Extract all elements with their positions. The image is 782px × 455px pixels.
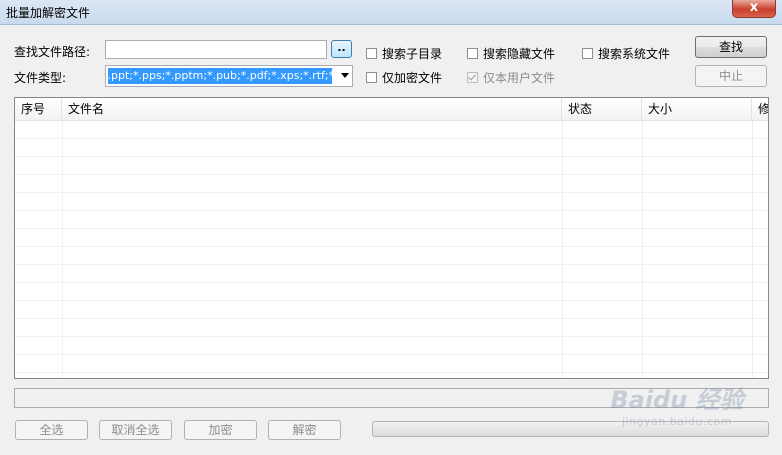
close-button[interactable]: x (732, 0, 776, 18)
column-header-size[interactable]: 大小 (642, 98, 752, 120)
column-header-status[interactable]: 状态 (562, 98, 642, 120)
search-system-label: 搜索系统文件 (598, 47, 671, 61)
search-system-checkbox[interactable]: 搜索系统文件 (582, 45, 670, 62)
decrypt-button: 解密 (268, 420, 341, 440)
user-files-only-checkbox: 仅本用户文件 (467, 69, 555, 86)
column-divider (562, 121, 563, 378)
encrypted-only-checkbox[interactable]: 仅加密文件 (366, 69, 442, 86)
file-type-value: *.ppt;*.pps;*.pptm;*.pub;*.pdf;*.xps;*.r… (108, 68, 332, 84)
search-subdir-checkbox[interactable]: 搜索子目录 (366, 45, 442, 62)
select-all-button: 全选 (15, 420, 88, 440)
column-header-index[interactable]: 序号 (15, 98, 62, 120)
status-bar (14, 388, 769, 408)
column-divider (62, 121, 63, 378)
column-divider (642, 121, 643, 378)
progress-bar (372, 421, 769, 437)
dropdown-arrow-icon[interactable] (341, 73, 349, 78)
user-files-only-label: 仅本用户文件 (483, 71, 556, 85)
window-title: 批量加解密文件 (6, 6, 91, 20)
close-icon: x (749, 0, 759, 15)
deselect-all-button: 取消全选 (99, 420, 172, 440)
dialog-body: 查找文件路径: .. 文件类型: *.ppt;*.pps;*.pptm;*.pu… (0, 25, 782, 455)
check-icon (468, 72, 476, 81)
list-header: 序号 文件名 状态 大小 修 (15, 98, 768, 121)
file-type-label: 文件类型: (14, 71, 67, 85)
search-hidden-checkbox[interactable]: 搜索隐藏文件 (467, 45, 555, 62)
checkbox-box (467, 72, 478, 83)
title-bar: 批量加解密文件 x (0, 0, 782, 25)
encrypted-only-label: 仅加密文件 (382, 71, 443, 85)
column-header-modified[interactable]: 修 (752, 98, 768, 120)
checkbox-box[interactable] (366, 48, 377, 59)
column-header-filename[interactable]: 文件名 (62, 98, 562, 120)
search-subdir-label: 搜索子目录 (382, 47, 443, 61)
file-list[interactable]: 序号 文件名 状态 大小 修 (14, 97, 769, 379)
browse-button[interactable]: .. (331, 40, 352, 58)
find-button[interactable]: 查找 (695, 36, 767, 58)
search-hidden-label: 搜索隐藏文件 (483, 47, 556, 61)
encrypt-button: 加密 (184, 420, 257, 440)
list-rows (15, 121, 768, 378)
column-divider (752, 121, 753, 378)
checkbox-box[interactable] (467, 48, 478, 59)
checkbox-box[interactable] (366, 72, 377, 83)
path-input[interactable] (105, 40, 327, 59)
file-type-select[interactable]: *.ppt;*.pps;*.pptm;*.pub;*.pdf;*.xps;*.r… (105, 65, 353, 87)
path-label: 查找文件路径: (14, 45, 91, 59)
checkbox-box[interactable] (582, 48, 593, 59)
stop-button: 中止 (695, 65, 767, 87)
